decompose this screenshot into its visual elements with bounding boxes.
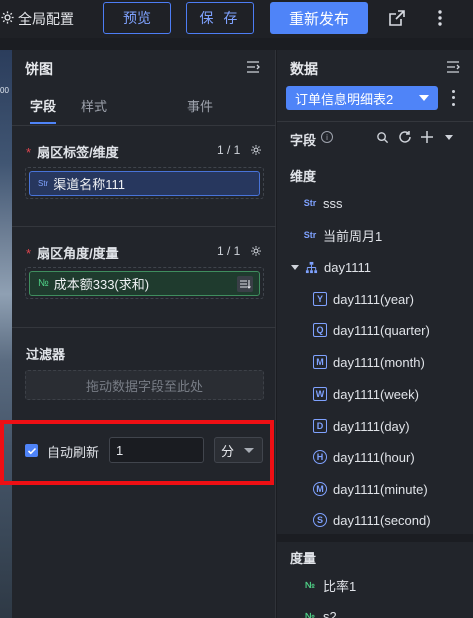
data-panel-title: 数据 <box>290 61 318 77</box>
chart-config-panel: 饼图 字段 样式 事件 * 扇区标签/维度 1 / 1 Str 渠道名称111 *… <box>12 50 276 618</box>
tab-events[interactable]: 事件 <box>187 96 213 115</box>
gear-icon[interactable] <box>250 144 262 156</box>
field-chip-label: 渠道名称111 <box>53 177 125 192</box>
canvas-preview-strip <box>0 50 12 618</box>
preview-button[interactable]: 预览 <box>103 2 171 34</box>
share-export-icon[interactable] <box>387 8 407 28</box>
dimension-field-chip[interactable]: Str 渠道名称111 <box>29 171 260 196</box>
field-item[interactable]: Q day1111(quarter) <box>313 321 430 339</box>
collapse-panel-icon[interactable] <box>245 59 261 75</box>
hour-field-icon: H <box>313 450 327 464</box>
week-field-icon: W <box>313 387 327 401</box>
number-type-icon: № <box>38 278 49 289</box>
string-type-icon: Str <box>38 179 49 188</box>
second-field-icon: S <box>313 513 327 527</box>
month-field-icon: M <box>313 355 327 369</box>
refresh-icon[interactable] <box>398 130 412 144</box>
dimension-group-label: 维度 <box>290 169 317 184</box>
required-mark: * <box>26 145 32 160</box>
field-item[interactable]: Y day1111(year) <box>313 290 414 308</box>
plus-icon[interactable] <box>420 130 434 144</box>
field-item[interactable]: Str sss <box>303 194 343 212</box>
year-field-icon: Y <box>313 292 327 306</box>
dataset-select[interactable]: 订单信息明细表2 <box>286 86 438 110</box>
field-item-label: day1111(hour) <box>333 449 415 465</box>
field-item[interactable]: W day1111(week) <box>313 385 419 403</box>
filter-heading: 过滤器 <box>26 347 66 362</box>
field-item-label: sss <box>323 195 343 211</box>
field-item-label: day1111(day) <box>333 418 410 434</box>
republish-button[interactable]: 重新发布 <box>270 2 368 34</box>
global-config-label: 全局配置 <box>18 11 74 27</box>
field-item[interactable]: № s2 <box>303 607 337 618</box>
more-vertical-icon[interactable] <box>430 8 450 28</box>
search-icon[interactable] <box>375 130 389 144</box>
info-icon[interactable]: i <box>321 131 333 143</box>
gear-icon[interactable] <box>250 245 262 257</box>
group-separator <box>277 534 473 542</box>
fields-heading: 字段 <box>290 133 317 148</box>
caret-down-icon[interactable] <box>442 130 456 144</box>
collapse-panel-icon[interactable] <box>445 59 461 75</box>
more-vertical-icon[interactable] <box>449 88 457 108</box>
minute-field-icon: M <box>313 482 327 496</box>
active-tab-indicator <box>30 122 56 124</box>
sector-angle-count: 1 / 1 <box>217 244 241 258</box>
top-toolbar: 全局配置 预览 保 存 重新发布 <box>0 0 473 38</box>
field-item-label: day1111(minute) <box>333 481 428 497</box>
canvas-edge-text: 00 <box>0 86 9 95</box>
filter-dropzone[interactable]: 拖动数据字段至此处 <box>25 370 264 400</box>
required-mark: * <box>26 246 32 261</box>
caret-down-icon <box>419 95 429 101</box>
sector-label-dropzone[interactable]: Str 渠道名称111 <box>25 167 264 199</box>
field-item-label: day1111(second) <box>333 512 431 528</box>
field-item[interactable]: M day1111(minute) <box>313 480 428 498</box>
sector-label-heading: * 扇区标签/维度 <box>26 145 119 160</box>
panel-divider <box>277 121 473 122</box>
field-item-label: 比率1 <box>323 578 357 594</box>
config-tabs: 字段 样式 事件 <box>12 96 276 126</box>
field-item-label: day1111(year) <box>333 291 414 307</box>
number-field-icon: № <box>304 611 316 618</box>
field-item-label: s2 <box>323 608 337 618</box>
measure-group-label: 度量 <box>290 551 317 566</box>
hierarchy-field-item[interactable]: day1111 <box>291 258 371 276</box>
quarter-field-icon: Q <box>313 323 327 337</box>
field-item[interactable]: H day1111(hour) <box>313 448 415 466</box>
sort-icon[interactable] <box>237 276 253 292</box>
measure-field-chip[interactable]: № 成本额333(求和) <box>29 271 260 296</box>
field-item-label: day1111 <box>324 259 371 275</box>
field-item-label: 当前周月1 <box>323 228 383 244</box>
expand-caret-icon[interactable] <box>291 264 299 270</box>
field-item[interactable]: Str 当前周月1 <box>303 226 383 244</box>
panel-title: 饼图 <box>25 61 53 77</box>
annotation-highlight-box <box>0 420 274 485</box>
gear-icon <box>0 10 18 28</box>
field-item-label: day1111(quarter) <box>333 322 430 338</box>
number-field-icon: № <box>304 580 316 590</box>
save-button[interactable]: 保 存 <box>186 2 254 34</box>
sector-label-count: 1 / 1 <box>217 143 241 157</box>
sector-angle-heading: * 扇区角度/度量 <box>26 246 119 261</box>
field-chip-label: 成本额333(求和) <box>53 277 150 292</box>
hierarchy-icon <box>304 260 318 274</box>
tab-style[interactable]: 样式 <box>81 96 107 115</box>
field-item-label: day1111(week) <box>333 386 419 402</box>
field-item[interactable]: № 比率1 <box>303 576 356 594</box>
day-field-icon: D <box>313 419 327 433</box>
section-divider <box>12 226 276 227</box>
global-config-button[interactable]: 全局配置 <box>0 9 74 29</box>
field-item[interactable]: D day1111(day) <box>313 417 410 435</box>
section-divider <box>12 327 276 328</box>
field-item[interactable]: S day1111(second) <box>313 511 431 529</box>
string-field-icon: Str <box>303 198 317 208</box>
field-item-label: day1111(month) <box>333 354 425 370</box>
string-field-icon: Str <box>303 230 317 240</box>
data-panel: 数据 订单信息明细表2 字段 i 维度 Str sss Str 当前周月1 da… <box>277 50 473 618</box>
dataset-select-value: 订单信息明细表2 <box>295 91 394 107</box>
sector-angle-dropzone[interactable]: № 成本额333(求和) <box>25 267 264 299</box>
tab-fields[interactable]: 字段 <box>30 96 56 115</box>
field-item[interactable]: M day1111(month) <box>313 353 425 371</box>
